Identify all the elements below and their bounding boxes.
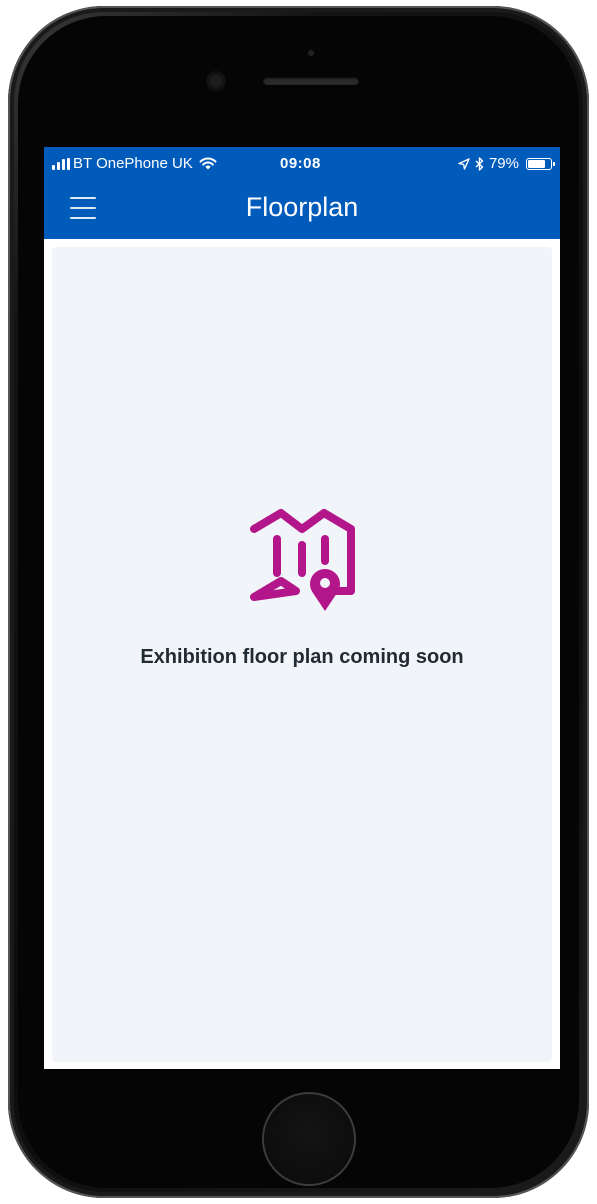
nav-bar: Floorplan (44, 181, 560, 239)
map-pin-icon (250, 509, 355, 611)
floorplan-content: Exhibition floor plan coming soon (52, 247, 552, 1062)
proximity-sensor (308, 50, 314, 56)
battery-fill (528, 159, 545, 168)
home-button[interactable] (262, 1092, 356, 1186)
status-right: 79% (458, 155, 555, 172)
wifi-icon (199, 157, 217, 170)
bluetooth-icon (475, 156, 484, 171)
signal-icon (52, 157, 70, 170)
status-bar: BT OnePhone UK 09:08 79% (44, 147, 560, 181)
page-title: Floorplan (245, 192, 359, 222)
empty-state-message: Exhibition floor plan coming soon (140, 646, 464, 668)
front-camera (208, 73, 224, 89)
battery-icon (526, 157, 555, 170)
status-left: BT OnePhone UK (52, 155, 217, 172)
location-arrow-icon (458, 157, 470, 170)
app-screen: BT OnePhone UK 09:08 79% Floorplan Exhib… (44, 147, 560, 1069)
battery-tip (553, 161, 555, 166)
battery-percent: 79% (488, 155, 519, 172)
carrier-name: BT OnePhone UK (73, 155, 193, 172)
earpiece-speaker (263, 77, 359, 85)
status-time: 09:08 (280, 155, 321, 172)
